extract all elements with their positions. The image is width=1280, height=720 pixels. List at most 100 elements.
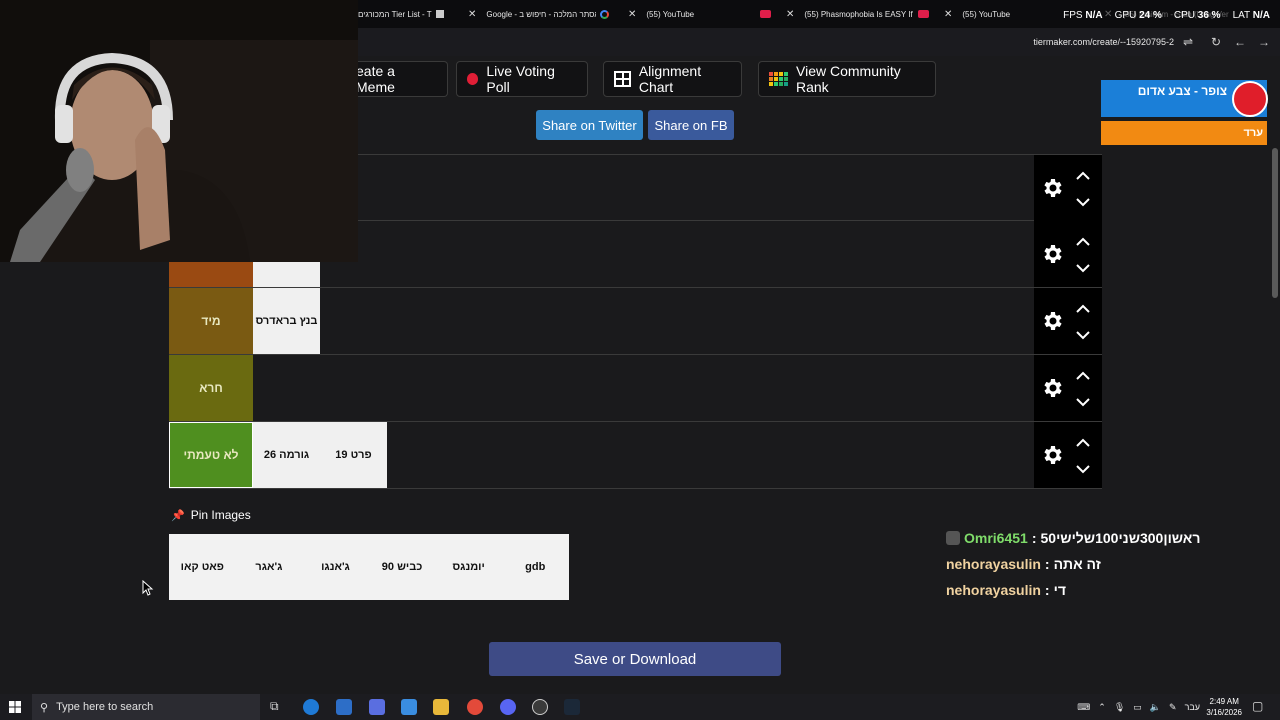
notifications-icon[interactable]: ▢ <box>1252 699 1268 715</box>
tier-label[interactable]: חרא <box>169 355 253 421</box>
chevron-up-icon[interactable]: ⌃ <box>1098 702 1106 713</box>
battery-icon[interactable]: ▭ <box>1133 702 1142 713</box>
chat-separator: : <box>1031 530 1037 546</box>
chrome-icon[interactable] <box>467 699 483 715</box>
edge-icon[interactable] <box>303 699 319 715</box>
lat-label: LAT <box>1232 10 1250 21</box>
pin-images-label: Pin Images <box>190 508 251 522</box>
gear-icon[interactable] <box>1040 443 1064 467</box>
page-scrollbar[interactable] <box>1270 56 1280 694</box>
chat-text: ראשון300שני100שלישי50 <box>1040 530 1201 546</box>
tab-youtube-2[interactable]: ✕ (55) Phasmophobia Is EASY If Y <box>786 4 936 24</box>
microphone-icon[interactable]: 🎙 <box>1114 702 1125 713</box>
windows-start-icon[interactable] <box>9 701 21 713</box>
close-icon[interactable]: ✕ <box>628 9 636 20</box>
task-view-icon[interactable]: ⧉ <box>270 699 286 715</box>
clock-time: 2:49 AM <box>1209 697 1239 706</box>
pool-item[interactable]: gdb <box>502 534 569 600</box>
gear-icon[interactable] <box>1040 309 1064 333</box>
mouse-cursor-icon <box>142 580 154 596</box>
chat-text: די <box>1053 582 1066 598</box>
chevron-down-icon[interactable] <box>1074 328 1092 340</box>
tier-controls <box>1034 155 1102 221</box>
pen-icon[interactable]: ✎ <box>1169 702 1177 713</box>
tiermaker-icon <box>435 10 444 18</box>
tab-youtube-1[interactable]: ✕ (55) YouTube <box>628 4 778 24</box>
copilot-app-icon[interactable] <box>401 699 417 715</box>
discord-icon[interactable] <box>500 699 516 715</box>
unranked-items-pool: פאט קאו ג'אגר ג'אנגו כביש 90 יומנגס gdb <box>169 534 569 600</box>
gear-icon[interactable] <box>1040 376 1064 400</box>
tier-item[interactable]: גורמה 26 <box>253 422 320 488</box>
pool-item[interactable]: כביש 90 <box>369 534 436 600</box>
steam-icon[interactable] <box>564 699 580 715</box>
share-fb-button[interactable]: Share on FB <box>648 110 734 140</box>
forward-icon[interactable]: → <box>1256 34 1272 50</box>
cpu-label: CPU <box>1173 10 1195 21</box>
windows-taskbar: ⚲ Type here to search ⧉ ⌨ ⌃ 🎙 ▭ 🔈 ✎ עבר … <box>0 694 1280 720</box>
keyboard-icon[interactable]: ⌨ <box>1077 702 1090 713</box>
pool-item[interactable]: ג'אגר <box>236 534 303 600</box>
tab-tiermaker[interactable]: המכורגים Tier List - T <box>358 4 458 24</box>
clock-date: 3/16/2026 <box>1206 708 1242 717</box>
share-twitter-button[interactable]: Share on Twitter <box>536 110 643 140</box>
chat-overlay: Omri6451: ראשון300שני100שלישי50 nehorayasu… <box>946 525 1280 603</box>
chat-username: nehorayasulin <box>946 556 1041 572</box>
obs-icon[interactable] <box>532 699 548 715</box>
chat-message: nehorayasulin: זה אתה <box>946 551 1280 577</box>
close-icon[interactable]: ✕ <box>786 9 794 20</box>
alert-logo-icon <box>1232 81 1268 117</box>
fps-value: N/A <box>1085 10 1103 21</box>
gear-icon[interactable] <box>1040 176 1064 200</box>
tier-controls <box>1034 221 1102 287</box>
gear-icon[interactable] <box>1040 242 1064 266</box>
taskbar-clock[interactable]: 2:49 AM 3/16/2026 <box>1206 696 1242 718</box>
chevron-down-icon[interactable] <box>1074 261 1092 273</box>
url-text[interactable]: tiermaker.com/create/--15920795-2 <box>1033 37 1174 47</box>
reload-icon[interactable]: ↻ <box>1208 34 1224 50</box>
tab-title: Google - אסתר המלכה - חיפוש ב <box>486 9 597 19</box>
tier-item[interactable]: בנץ בראדרס <box>253 288 320 354</box>
alignment-chart-button[interactable]: Alignment Chart <box>603 61 742 97</box>
chevron-up-icon[interactable] <box>1074 436 1092 448</box>
chat-separator: : <box>1044 582 1050 598</box>
chevron-down-icon[interactable] <box>1074 462 1092 474</box>
pool-item[interactable]: ג'אנגו <box>302 534 369 600</box>
language-indicator[interactable]: עבר <box>1185 702 1200 712</box>
close-icon[interactable]: ✕ <box>944 9 952 20</box>
create-meme-button[interactable]: eate a Meme <box>346 61 448 97</box>
tab-title: (55) Phasmophobia Is EASY If Y <box>804 9 915 19</box>
view-community-rank-label: View Community Rank <box>796 63 901 95</box>
store-icon[interactable] <box>336 699 352 715</box>
scrollbar-thumb[interactable] <box>1272 148 1278 298</box>
taskbar-search-input[interactable]: ⚲ Type here to search <box>32 694 260 720</box>
tier-label[interactable]: לא טעמתי <box>169 422 253 488</box>
chevron-down-icon[interactable] <box>1074 195 1092 207</box>
chevron-up-icon[interactable] <box>1074 369 1092 381</box>
site-settings-icon[interactable]: ⇌ <box>1180 34 1196 50</box>
view-community-rank-button[interactable]: View Community Rank <box>758 61 936 97</box>
live-voting-poll-button[interactable]: Live Voting Poll <box>456 61 588 97</box>
chevron-up-icon[interactable] <box>1074 169 1092 181</box>
file-explorer-icon[interactable] <box>433 699 449 715</box>
save-download-button[interactable]: Save or Download <box>489 642 781 676</box>
volume-icon[interactable]: 🔈 <box>1150 702 1161 713</box>
pool-item[interactable]: יומנגס <box>435 534 502 600</box>
gpu-value: 24 % <box>1139 10 1162 21</box>
chevron-up-icon[interactable] <box>1074 302 1092 314</box>
youtube-icon <box>918 10 930 18</box>
tier-label[interactable]: מיד <box>169 288 253 354</box>
tab-youtube-3[interactable]: ✕ (55) YouTube <box>944 4 1044 24</box>
chevron-up-icon[interactable] <box>1074 235 1092 247</box>
chevron-down-icon[interactable] <box>1074 395 1092 407</box>
pin-images-toggle[interactable]: 📌 Pin Images <box>171 508 251 522</box>
tab-google[interactable]: ✕ Google - אסתר המלכה - חיפוש ב <box>468 4 618 24</box>
back-icon[interactable]: ← <box>1232 34 1248 50</box>
copilot-icon[interactable] <box>369 699 385 715</box>
google-icon <box>600 9 610 19</box>
save-download-label: Save or Download <box>573 650 697 668</box>
pool-item[interactable]: פאט קאו <box>169 534 236 600</box>
tier-item[interactable]: פרט 19 <box>320 422 387 488</box>
share-fb-label: Share on FB <box>654 117 728 133</box>
close-icon[interactable]: ✕ <box>468 9 476 20</box>
